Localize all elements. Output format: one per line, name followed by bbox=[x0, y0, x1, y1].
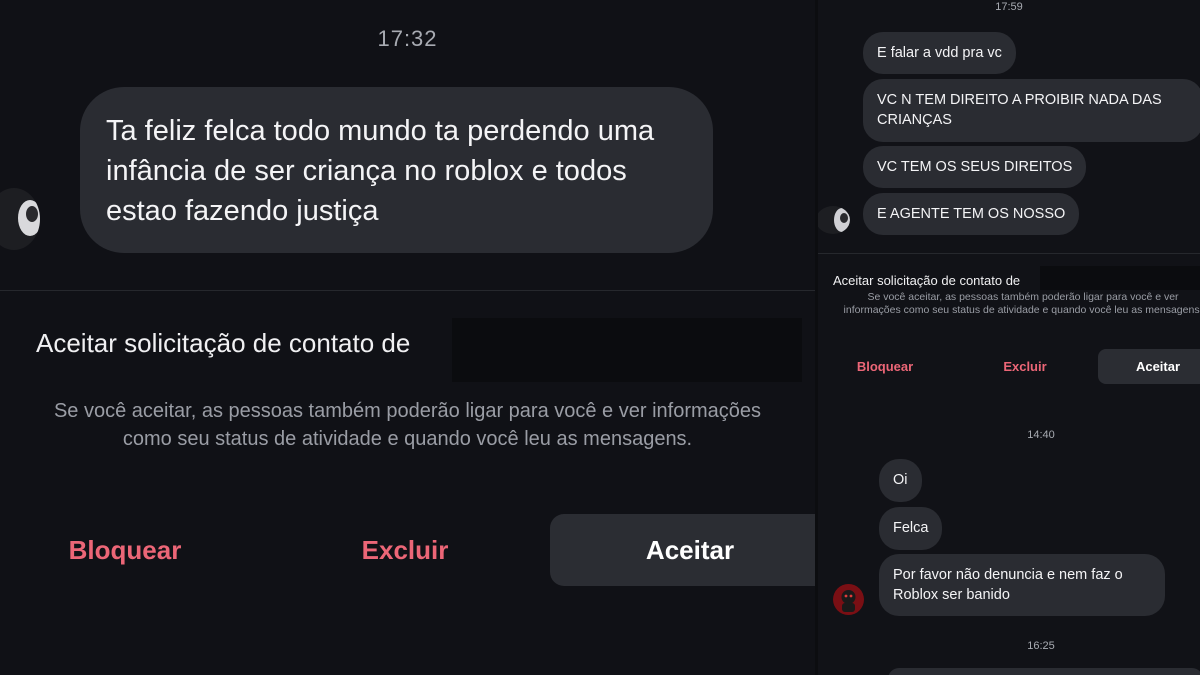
divider bbox=[0, 290, 815, 291]
contact-request-title: Aceitar solicitação de contato de bbox=[833, 273, 1021, 288]
left-screenshot: 17:32 Ta feliz felca todo mundo ta perde… bbox=[0, 0, 815, 675]
accept-button[interactable]: Aceitar bbox=[550, 514, 815, 586]
sender-avatar[interactable] bbox=[833, 584, 864, 615]
right-screenshot: 17:59 E falar a vdd pra vc VC N TEM DIRE… bbox=[818, 0, 1200, 675]
incoming-message-bubble: Por favor não denuncia e nem faz o Roblo… bbox=[879, 554, 1165, 616]
contact-request-description: Se você aceitar, as pessoas também poder… bbox=[843, 291, 1200, 316]
message-timestamp: 17:32 bbox=[377, 26, 438, 51]
divider bbox=[818, 253, 1200, 254]
redacted-username bbox=[452, 318, 802, 382]
incoming-message-bubble: E falar a vdd pra vc bbox=[863, 32, 1016, 74]
block-button[interactable]: Bloquear bbox=[20, 535, 230, 566]
block-button[interactable]: Bloquear bbox=[840, 359, 930, 374]
redacted-username bbox=[1040, 266, 1200, 290]
delete-button[interactable]: Excluir bbox=[310, 535, 500, 566]
message-timestamp: 17:59 bbox=[995, 1, 1023, 13]
contact-request-title: Aceitar solicitação de contato de bbox=[36, 328, 411, 358]
incoming-message-bubble: Felca bbox=[879, 507, 943, 550]
sender-avatar[interactable] bbox=[818, 206, 850, 234]
message-timestamp: 16:25 bbox=[1027, 640, 1055, 652]
incoming-message-bubble bbox=[888, 668, 1200, 675]
incoming-message-bubble: VC TEM OS SEUS DIREITOS bbox=[863, 146, 1087, 188]
sender-avatar[interactable] bbox=[0, 188, 40, 250]
incoming-message-bubble: Oi bbox=[879, 459, 922, 502]
incoming-message-bubble: E AGENTE TEM OS NOSSO bbox=[863, 193, 1080, 235]
incoming-message-bubble: Ta feliz felca todo mundo ta perdendo um… bbox=[80, 87, 713, 253]
incoming-message-bubble: VC N TEM DIREITO A PROIBIR NADA DAS CRIA… bbox=[863, 79, 1200, 142]
contact-request-description: Se você aceitar, as pessoas também poder… bbox=[53, 400, 762, 450]
accept-button[interactable]: Aceitar bbox=[1098, 349, 1200, 384]
delete-button[interactable]: Excluir bbox=[980, 359, 1070, 374]
message-timestamp: 14:40 bbox=[1027, 429, 1055, 441]
